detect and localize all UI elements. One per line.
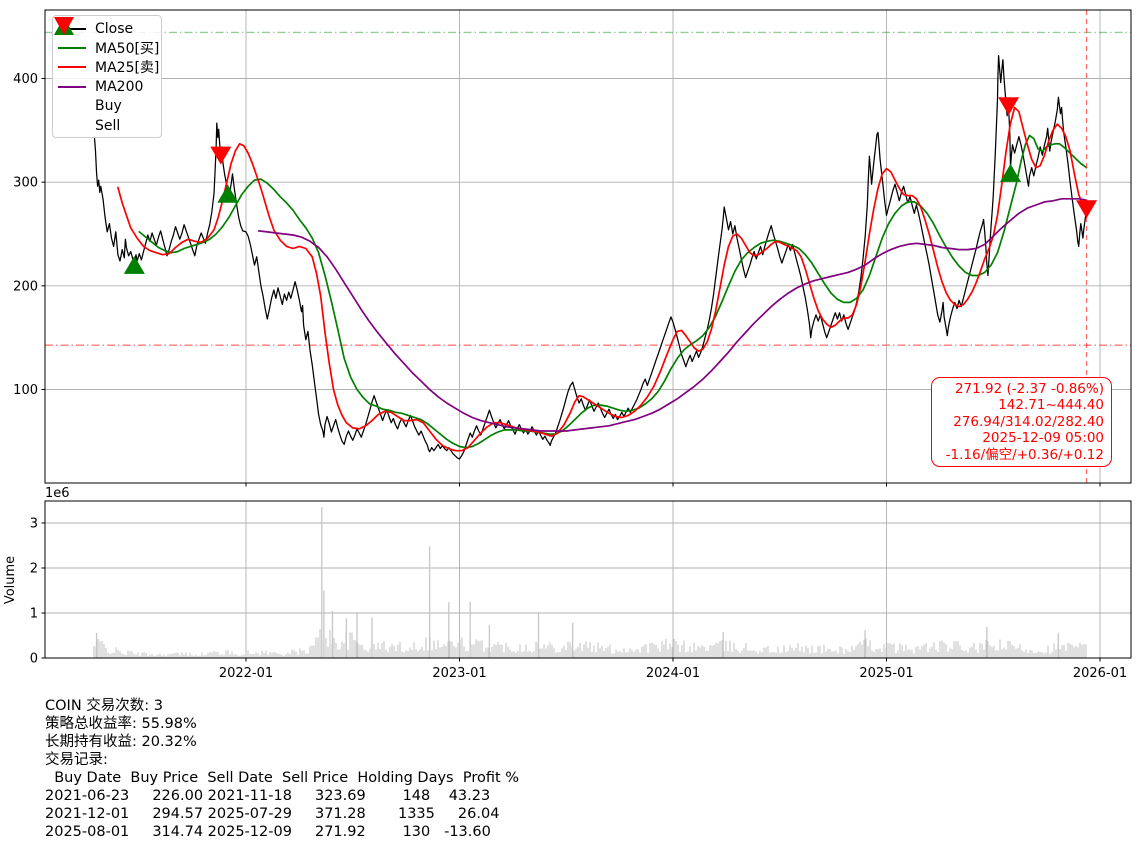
annotation-line: -1.16/偏空/+0.36/+0.12: [945, 446, 1104, 463]
coin-strategy-chart-figure: 2022-01 2023-01 2024-01 2025-01 2026-01 100 20…: [0, 0, 1139, 857]
legend-item-ma50: MA50[买]: [58, 38, 160, 58]
x-tick-label: 2025-01: [859, 666, 913, 681]
legend-item-ma200: MA200: [58, 77, 157, 96]
annotation-line: 142.71~444.40: [998, 397, 1104, 414]
legend-label: MA50[买]: [95, 41, 160, 58]
volume-spike-bar: [572, 622, 574, 658]
legend-label: Sell: [95, 117, 121, 134]
legend-item-ma25: MA25[卖]: [58, 58, 160, 77]
annotation-line: 2025-12-09 05:00: [982, 430, 1104, 447]
volume-tick-label: 0: [30, 652, 38, 667]
stats-line: 策略总收益率: 55.98%: [45, 716, 197, 732]
legend-label: Buy: [95, 98, 122, 115]
trade-row: 2021-12-01 294.57 2025-07-29 371.28 1335…: [45, 806, 500, 822]
legend-item-sell: Sell: [54, 17, 157, 135]
price-annotation-box: 271.92 (-2.37 -0.86%) 142.71~444.40 276.94…: [931, 377, 1112, 468]
volume-spike-bar: [864, 630, 866, 658]
volume-tick-label: 3: [30, 517, 38, 532]
volume-tick-label: 2: [30, 562, 38, 577]
volume-spike-bar: [1057, 633, 1060, 658]
x-tick-label: 2023-01: [432, 666, 486, 681]
price-tick-label: 200: [13, 279, 38, 294]
volume-spike-bar: [448, 602, 450, 658]
volume-spike-bar: [95, 632, 98, 658]
legend-label: Close: [95, 20, 134, 37]
annotation-line: 276.94/314.02/282.40: [953, 413, 1104, 430]
legend: Close MA50[买] MA25[卖] MA200 Buy Sell: [52, 15, 162, 139]
annotation-line: 271.92 (-2.37 -0.86%): [954, 381, 1104, 397]
volume-axis-label: Volume: [3, 556, 18, 604]
sell-marker: [998, 97, 1020, 116]
legend-label: MA200: [95, 78, 144, 95]
x-tick-label: 2024-01: [646, 666, 700, 681]
volume-spike-bar: [986, 626, 988, 658]
x-tick-label: 2026-01: [1073, 666, 1127, 681]
sell-marker: [210, 146, 232, 165]
volume-offset-text: 1e6: [45, 486, 70, 501]
trades-header: Buy Date Buy Price Sell Date Sell Price …: [45, 770, 520, 786]
volume-spike-bar: [356, 612, 358, 658]
legend-line-sample: [58, 85, 86, 88]
volume-spike-bar: [722, 631, 724, 658]
volume-spike-bar: [331, 610, 334, 658]
price-tick-label: 400: [13, 72, 38, 87]
price-tick-label: 300: [13, 176, 38, 191]
volume-spike-bar: [537, 612, 540, 658]
gridlines: [45, 10, 1131, 658]
trade-row: 2021-06-23 226.00 2021-11-18 323.69 148 …: [45, 788, 491, 804]
legend-label: MA25[卖]: [95, 60, 160, 77]
volume-bars: [93, 507, 1087, 658]
volume-spike-bar: [488, 625, 491, 658]
sell-marker: [1076, 200, 1098, 219]
volume-spike-bar: [371, 617, 373, 658]
volume-spike-bar: [321, 507, 323, 658]
legend-line-sample: [58, 47, 86, 50]
x-tick-label: 2022-01: [219, 666, 273, 681]
price-tick-label: 100: [13, 383, 38, 398]
backtest-stats-text: COIN 交易次数: 3 策略总收益率: 55.98% 长期持有收益: 20.32%…: [45, 697, 519, 841]
legend-item-buy: Buy: [54, 17, 157, 116]
volume-spike-bar: [428, 546, 431, 658]
stats-line: COIN 交易次数: 3: [45, 698, 163, 714]
trade-row: 2025-08-01 314.74 2025-12-09 271.92 130 …: [45, 824, 491, 840]
volume-axes-frame: [44, 500, 1132, 659]
legend-line-sample: [58, 66, 86, 69]
volume-tick-label: 1: [30, 607, 38, 622]
volume-spike-bar: [469, 601, 471, 658]
stats-line: 交易记录:: [45, 752, 108, 768]
volume-spike-bar: [345, 618, 347, 658]
volume-spike-bar: [323, 590, 325, 658]
axes-frames: [44, 9, 1132, 659]
stats-line: 长期持有收益: 20.32%: [45, 734, 197, 750]
